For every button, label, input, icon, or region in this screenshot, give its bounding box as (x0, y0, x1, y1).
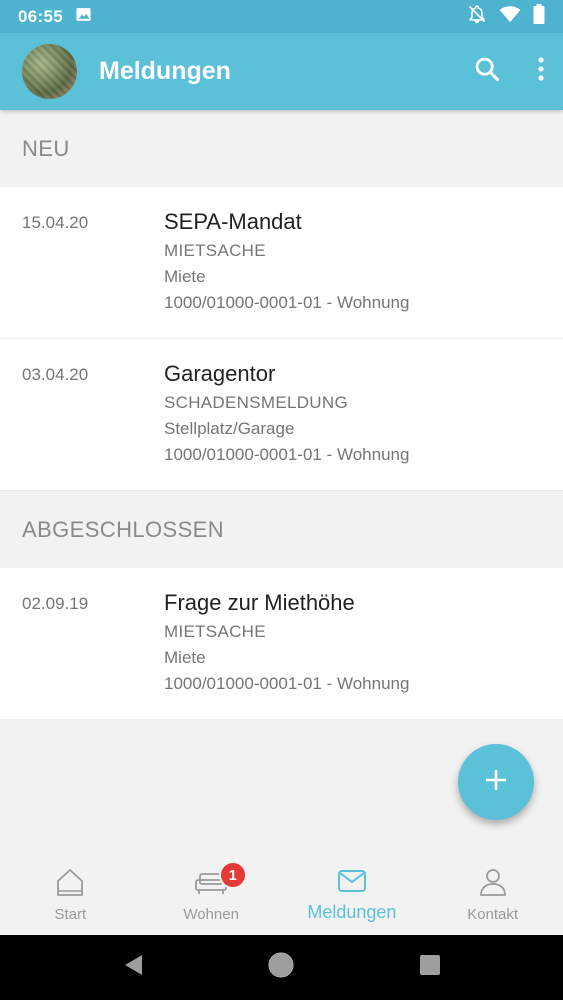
page-title: Meldungen (99, 57, 231, 85)
nav-item-meldungen[interactable]: Meldungen (282, 855, 423, 935)
notification-badge: 1 (218, 861, 247, 889)
battery-icon (533, 4, 545, 29)
nav-label-wohnen: Wohnen (183, 906, 239, 923)
add-message-button[interactable] (458, 744, 534, 820)
avatar[interactable] (22, 44, 77, 99)
item-unit: 1000/01000-0001-01 - Wohnung (164, 293, 410, 312)
image-icon (75, 6, 92, 28)
list-item[interactable]: 15.04.20 SEPA-Mandat MIETSACHE Miete 100… (0, 187, 563, 339)
system-navigation-bar (0, 935, 563, 1000)
status-time: 06:55 (18, 6, 63, 26)
nav-item-kontakt[interactable]: Kontakt (422, 855, 563, 935)
recents-icon[interactable] (419, 954, 441, 981)
item-category: MIETSACHE (164, 622, 266, 641)
nav-label-start: Start (54, 906, 87, 923)
list-item[interactable]: 03.04.20 Garagentor SCHADENSMELDUNG Stel… (0, 339, 563, 491)
plus-icon (485, 769, 507, 796)
item-category: MIETSACHE (164, 241, 266, 260)
nav-item-wohnen[interactable]: 1 Wohnen (141, 855, 282, 935)
nav-item-start[interactable]: Start (0, 855, 141, 935)
item-subcategory: Miete (164, 648, 206, 667)
item-date: 03.04.20 (22, 365, 89, 384)
item-unit: 1000/01000-0001-01 - Wohnung (164, 445, 410, 464)
search-icon[interactable] (473, 55, 501, 88)
more-vert-icon[interactable] (537, 56, 545, 87)
section-header-closed: ABGESCHLOSSEN (0, 491, 563, 568)
nav-label-kontakt: Kontakt (467, 906, 519, 923)
mail-icon (336, 867, 368, 900)
item-unit: 1000/01000-0001-01 - Wohnung (164, 674, 410, 693)
item-subcategory: Stellplatz/Garage (164, 419, 295, 438)
message-list: NEU 15.04.20 SEPA-Mandat MIETSACHE Miete… (0, 110, 563, 720)
item-subject: Frage zur Miethöhe (164, 590, 355, 615)
section-header-new: NEU (0, 110, 563, 187)
bottom-navigation: Start 1 Wohnen Meldungen Kontakt (0, 855, 563, 935)
home-icon (54, 867, 86, 902)
item-date: 15.04.20 (22, 213, 89, 232)
status-bar: 06:55 (0, 0, 563, 33)
back-icon[interactable] (122, 953, 144, 982)
nav-label-meldungen: Meldungen (307, 902, 397, 922)
wifi-icon (499, 5, 521, 28)
app-bar: Meldungen (0, 33, 563, 110)
notifications-off-icon (467, 4, 487, 29)
item-subject: SEPA-Mandat (164, 209, 302, 234)
item-subject: Garagentor (164, 361, 276, 386)
item-category: SCHADENSMELDUNG (164, 393, 348, 412)
item-subcategory: Miete (164, 267, 206, 286)
person-icon (478, 867, 508, 902)
home-circle-icon[interactable] (268, 952, 294, 983)
list-item[interactable]: 02.09.19 Frage zur Miethöhe MIETSACHE Mi… (0, 568, 563, 720)
item-date: 02.09.19 (22, 594, 89, 613)
